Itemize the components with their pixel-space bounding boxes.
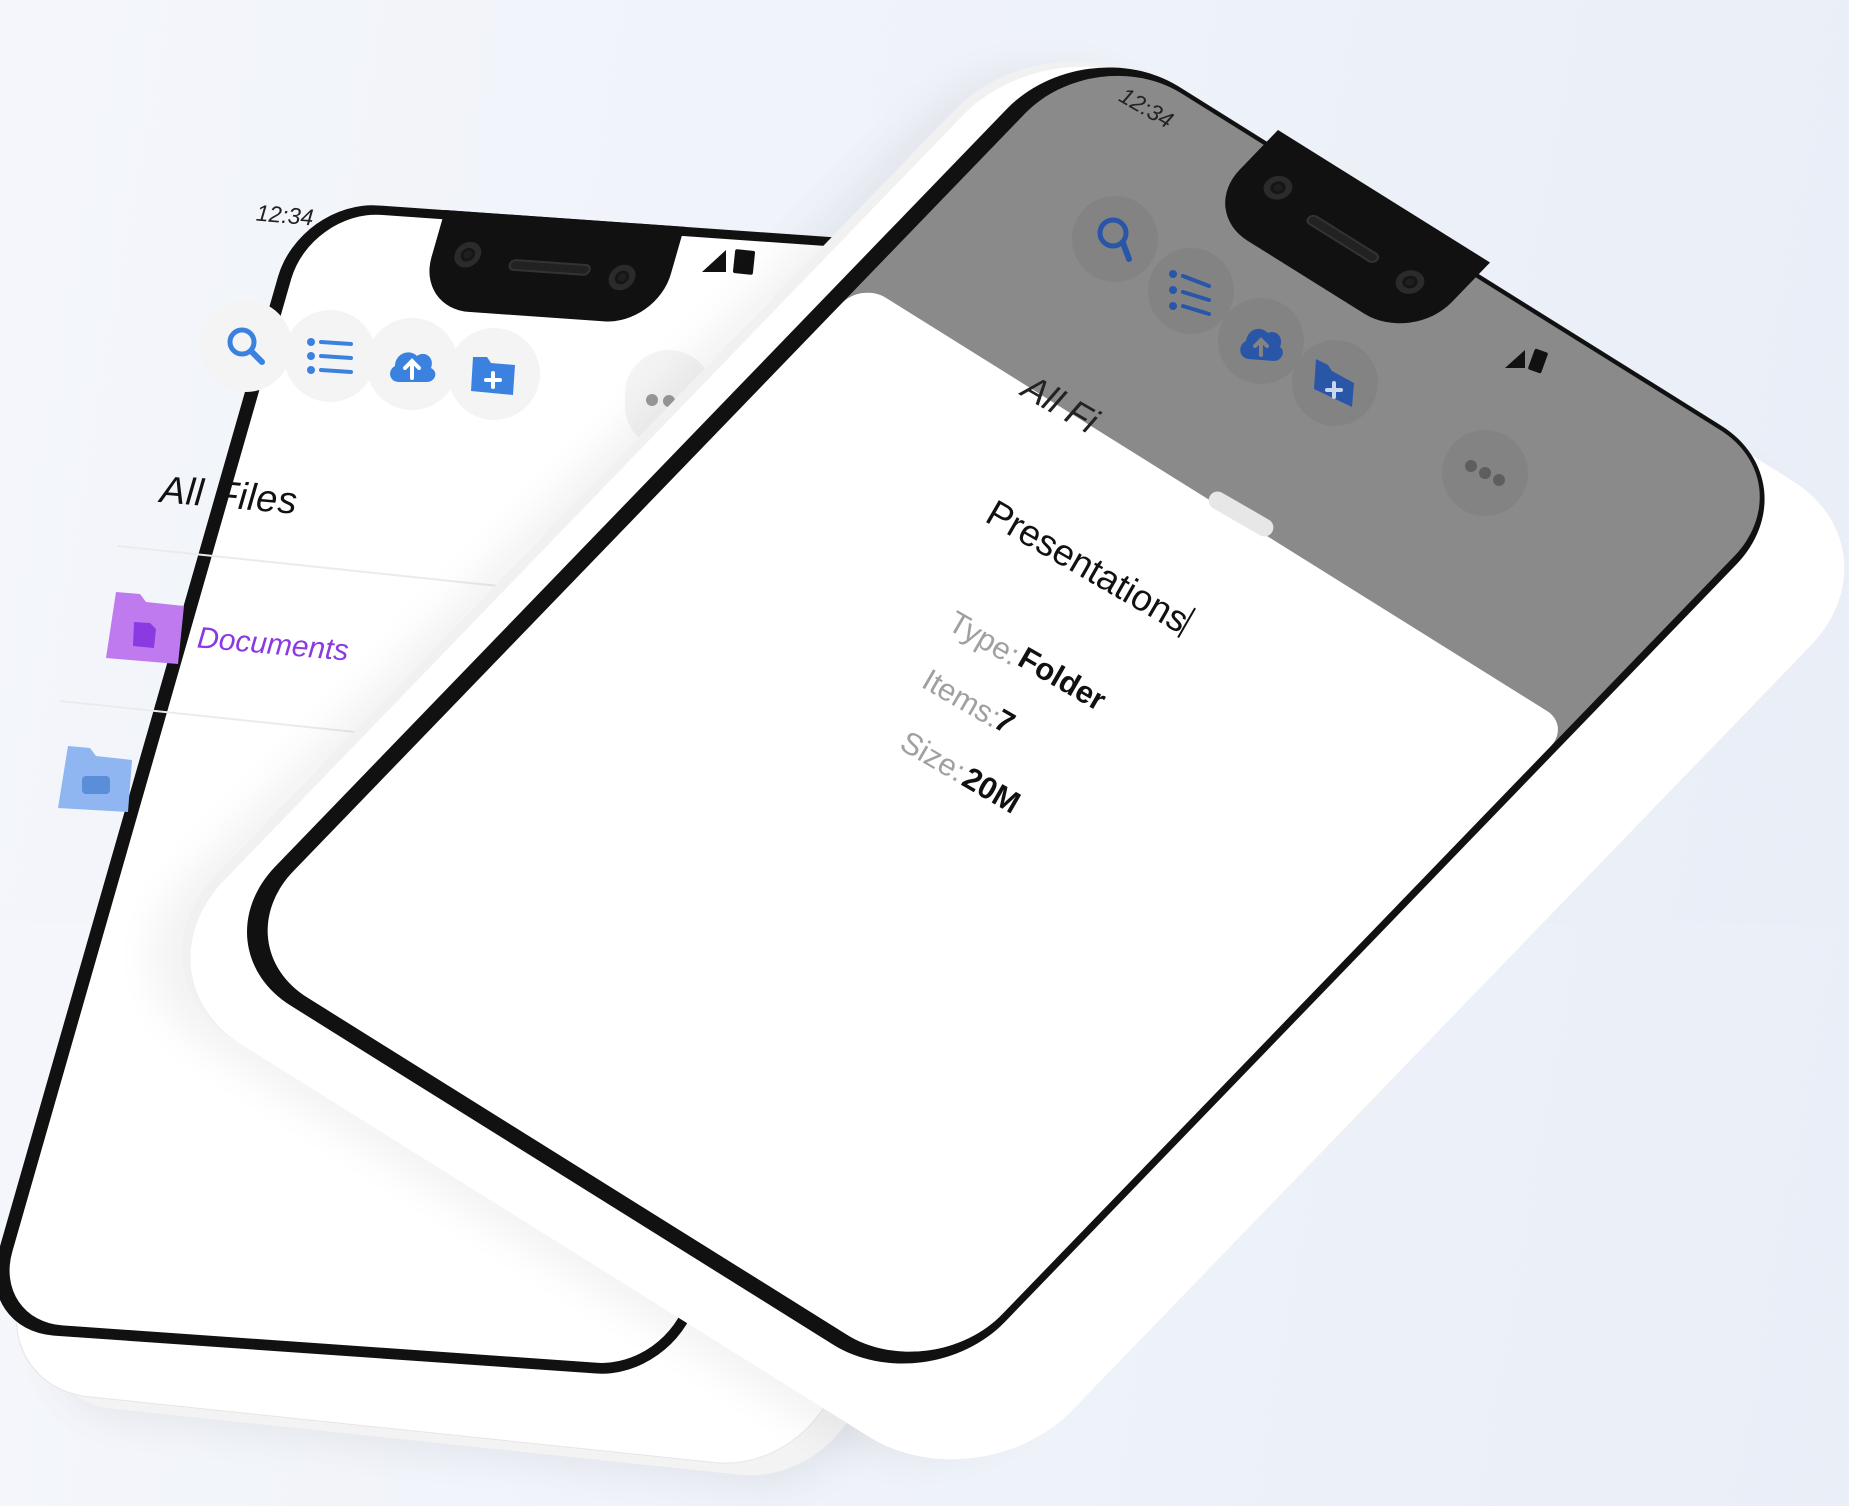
upload-button[interactable] [366,318,458,410]
folder-plus-icon [1314,359,1354,407]
new-folder-button[interactable] [448,328,540,420]
list-view-button[interactable] [1148,248,1234,334]
cloud-upload-icon [1240,328,1283,361]
list-view-button[interactable] [284,310,376,402]
signal-battery-icon [702,246,758,281]
front-camera [451,241,485,269]
folder-row-documents[interactable] [106,588,188,671]
signal-battery-icon [1505,344,1549,379]
folder-row-photos[interactable] [58,742,134,817]
more-icon [1465,460,1505,486]
status-time: 12:34 [255,199,315,231]
left-phone-notch [416,210,685,326]
speaker-grille [1303,212,1382,266]
search-button[interactable] [1072,196,1158,282]
camera-folder-icon [58,746,132,812]
search-button[interactable] [200,300,292,392]
upload-button[interactable] [1218,298,1304,384]
front-camera [1389,265,1431,299]
cloud-upload-icon [390,352,436,382]
folder-plus-icon [471,357,515,395]
front-camera [1257,171,1299,205]
speaker-grille [507,258,593,277]
list-icon [307,338,353,374]
front-camera [605,263,639,292]
search-icon [1097,217,1132,262]
list-icon [1169,270,1211,316]
search-icon [227,327,265,365]
new-folder-button[interactable] [1292,340,1378,426]
document-folder-icon [106,592,184,664]
more-button[interactable] [1442,430,1528,516]
